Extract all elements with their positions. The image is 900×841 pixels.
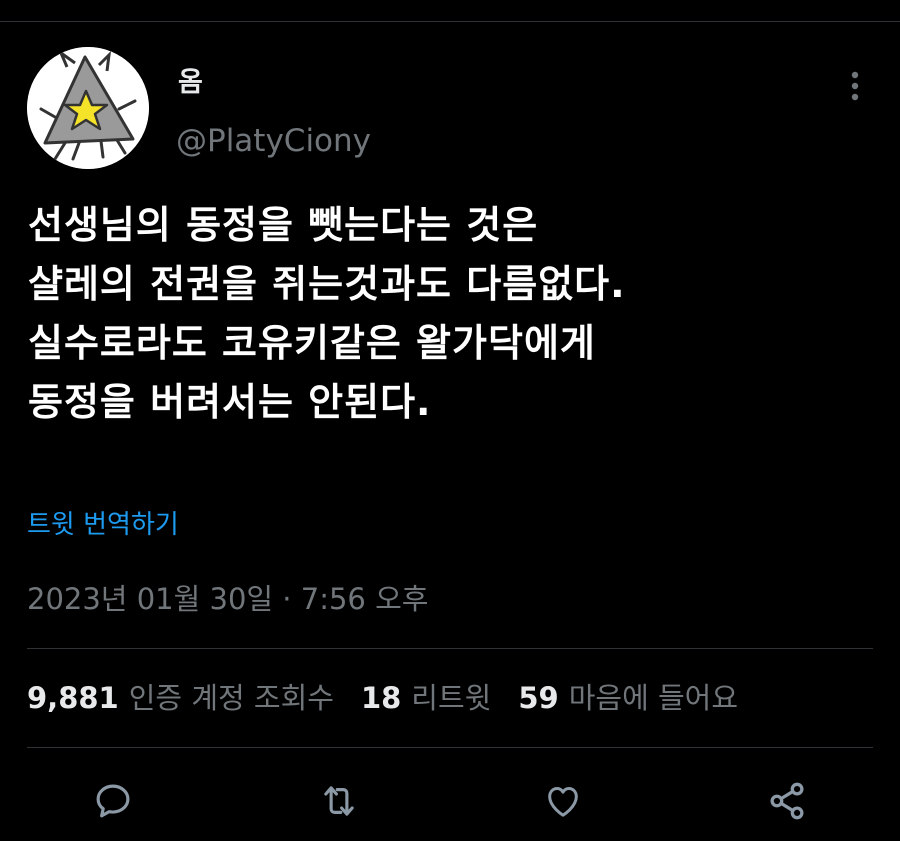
likes-count: 59 [518, 681, 559, 715]
retweet-button[interactable] [316, 778, 362, 824]
avatar-image [27, 47, 149, 169]
like-button[interactable] [540, 778, 586, 824]
avatar[interactable] [27, 47, 149, 169]
tweet-stats: 9,881 인증 계정 조회수 18 리트윗 59 마음에 들어요 [27, 679, 765, 717]
reply-button[interactable] [90, 778, 136, 824]
likes-label: 마음에 들어요 [568, 681, 739, 715]
tweet-timestamp[interactable]: 2023년 01월 30일 · 7:56 오후 [27, 580, 428, 618]
tweet-text: 선생님의 동정을 뺏는다는 것은 샬레의 전권을 쥐는것과도 다름없다. 실수로… [28, 203, 626, 424]
translate-tweet-link[interactable]: 트윗 번역하기 [27, 508, 179, 542]
user-handle[interactable]: @PlatyCiony [176, 122, 371, 160]
share-button[interactable] [764, 778, 810, 824]
views-stat[interactable]: 9,881 인증 계정 조회수 [27, 679, 334, 717]
likes-stat[interactable]: 59 마음에 들어요 [518, 679, 738, 717]
reply-icon [96, 784, 130, 818]
retweets-count: 18 [360, 681, 402, 715]
more-options-button[interactable] [838, 66, 872, 106]
display-name[interactable]: 옴 [178, 66, 203, 100]
more-vertical-icon [851, 71, 859, 101]
heart-icon [548, 787, 578, 817]
retweets-label: 리트윗 [411, 681, 492, 715]
share-icon [770, 782, 804, 820]
views-label: 인증 계정 조회수 [128, 681, 334, 715]
retweet-icon [324, 786, 354, 816]
top-divider [0, 21, 900, 22]
stats-divider-bottom [27, 747, 873, 748]
views-count: 9,881 [27, 681, 119, 715]
stats-divider-top [27, 648, 873, 649]
retweets-stat[interactable]: 18 리트윗 [361, 679, 491, 717]
